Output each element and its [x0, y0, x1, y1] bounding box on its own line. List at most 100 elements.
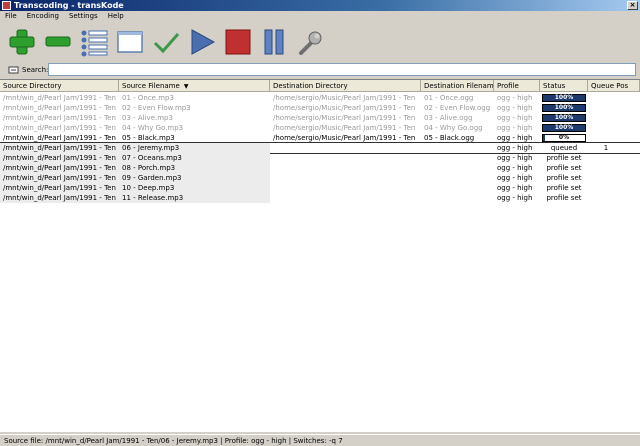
column-source-filename[interactable]: Source Filename ▼ [119, 80, 270, 92]
window-icon [117, 31, 143, 53]
cell-status: profile set [546, 174, 582, 182]
table-row[interactable]: /mnt/win_d/Pearl Jam/1991 - Ten 08 - Porc… [0, 163, 640, 173]
cell-queue-pos [588, 93, 624, 103]
cell-src-file: 04 - Why Go.mp3 [122, 124, 184, 132]
window-button[interactable] [112, 24, 148, 60]
cell-queue-pos [588, 153, 624, 163]
cell-profile: ogg - high [497, 114, 533, 122]
cell-status: profile set [546, 154, 582, 162]
cell-dst-file [421, 143, 494, 153]
settings-button[interactable] [292, 24, 328, 60]
column-source-filename-label: Source Filename [122, 82, 180, 90]
column-profile[interactable]: Profile [494, 80, 540, 92]
close-button[interactable]: × [627, 1, 638, 10]
progress-text: 100% [554, 104, 574, 111]
cell-profile: ogg - high [497, 194, 533, 202]
table-row[interactable]: /mnt/win_d/Pearl Jam/1991 - Ten 03 - Aliv… [0, 113, 640, 123]
cell-profile: ogg - high [497, 184, 533, 192]
cell-src-dir: /mnt/win_d/Pearl Jam/1991 - Ten [0, 163, 119, 173]
cell-queue-pos [588, 123, 624, 133]
cell-src-dir: /mnt/win_d/Pearl Jam/1991 - Ten [3, 114, 116, 122]
table-row[interactable]: /mnt/win_d/Pearl Jam/1991 - Ten 11 - Rele… [0, 193, 640, 203]
cell-dst-file: 04 - Why Go.ogg [424, 124, 483, 132]
wrench-icon [299, 31, 322, 55]
table-row[interactable]: /mnt/win_d/Pearl Jam/1991 - Ten 05 - Blac… [0, 133, 640, 143]
menu-help[interactable]: Help [103, 11, 129, 22]
column-source-directory[interactable]: Source Directory [0, 80, 119, 92]
search-input[interactable] [48, 63, 636, 76]
progress-text: 100% [554, 114, 574, 121]
cell-dst-dir: /home/sergio/Music/Pearl Jam/1991 - Ten [273, 124, 416, 132]
cell-dst-dir: /home/sergio/Music/Pearl Jam/1991 - Ten [273, 104, 416, 112]
minus-icon [45, 36, 71, 47]
table-row[interactable]: /mnt/win_d/Pearl Jam/1991 - Ten 07 - Ocea… [0, 153, 640, 163]
cell-src-file: 10 - Deep.mp3 [119, 183, 270, 193]
menu-file[interactable]: File [0, 11, 22, 22]
column-status[interactable]: Status [540, 80, 588, 92]
progress-bar: 0% [542, 134, 586, 142]
list-icon [81, 30, 108, 57]
table-row[interactable]: /mnt/win_d/Pearl Jam/1991 - Ten 04 - Why … [0, 123, 640, 133]
cell-dst-file [421, 153, 494, 163]
cell-src-dir: /mnt/win_d/Pearl Jam/1991 - Ten [3, 94, 116, 102]
table-row[interactable]: /mnt/win_d/Pearl Jam/1991 - Ten 10 - Deep… [0, 183, 640, 193]
pause-button[interactable] [256, 24, 292, 60]
play-button[interactable] [184, 24, 220, 60]
cell-dst-dir [270, 153, 421, 163]
cell-src-dir: /mnt/win_d/Pearl Jam/1991 - Ten [0, 183, 119, 193]
cell-src-file: 09 - Garden.mp3 [119, 173, 270, 183]
cell-src-file: 05 - Black.mp3 [122, 134, 175, 142]
cell-src-dir: /mnt/win_d/Pearl Jam/1991 - Ten [3, 134, 116, 142]
menu-bar: File Encoding Settings Help [0, 11, 640, 22]
cell-queue-pos [588, 193, 624, 203]
cell-profile: ogg - high [497, 124, 533, 132]
app-icon [2, 1, 11, 10]
list-button[interactable] [76, 24, 112, 60]
table-row[interactable]: /mnt/win_d/Pearl Jam/1991 - Ten 02 - Even… [0, 103, 640, 113]
cell-src-dir: /mnt/win_d/Pearl Jam/1991 - Ten [0, 193, 119, 203]
cell-src-dir: /mnt/win_d/Pearl Jam/1991 - Ten [3, 104, 116, 112]
menu-encoding[interactable]: Encoding [22, 11, 64, 22]
cell-profile: ogg - high [497, 134, 533, 142]
stop-button[interactable] [220, 24, 256, 60]
column-queue-pos[interactable]: Queue Pos [588, 80, 640, 92]
table-row[interactable]: /mnt/win_d/Pearl Jam/1991 - Ten 09 - Gard… [0, 173, 640, 183]
cell-queue-pos [588, 103, 624, 113]
add-button[interactable] [4, 24, 40, 60]
search-bar: Search: [0, 62, 640, 77]
cell-src-file: 08 - Porch.mp3 [119, 163, 270, 173]
check-button[interactable] [148, 24, 184, 60]
cell-src-file: 02 - Even Flow.mp3 [122, 104, 191, 112]
cell-src-file: 07 - Oceans.mp3 [119, 153, 270, 163]
progress-text: 100% [554, 124, 574, 131]
status-bar: Source file: /mnt/win_d/Pearl Jam/1991 -… [0, 434, 640, 446]
column-destination-filename[interactable]: Destination Filename [421, 80, 494, 92]
plus-icon [9, 29, 35, 55]
cell-profile: ogg - high [497, 144, 533, 152]
transcode-table: Source Directory Source Filename ▼ Destin… [0, 79, 640, 432]
cell-dst-file [421, 163, 494, 173]
title-bar: Transcoding - transKode × [0, 0, 640, 11]
pause-icon [264, 29, 284, 55]
cell-dst-file [421, 183, 494, 193]
cell-dst-file: 02 - Even Flow.ogg [424, 104, 491, 112]
cell-dst-file: 05 - Black.ogg [424, 134, 475, 142]
cell-queue-pos [588, 173, 624, 183]
menu-settings[interactable]: Settings [64, 11, 103, 22]
cell-dst-dir: /home/sergio/Music/Pearl Jam/1991 - Ten [273, 114, 416, 122]
cell-dst-dir [270, 163, 421, 173]
remove-button[interactable] [40, 24, 76, 60]
cell-profile: ogg - high [497, 154, 533, 162]
cell-status: queued [550, 144, 578, 152]
table-row[interactable]: /mnt/win_d/Pearl Jam/1991 - Ten 06 - Jere… [0, 142, 640, 154]
column-destination-directory[interactable]: Destination Directory [270, 80, 421, 92]
cell-src-file: 06 - Jeremy.mp3 [119, 143, 270, 153]
progress-bar: 100% [542, 124, 586, 132]
cell-profile: ogg - high [497, 94, 533, 102]
table-row[interactable]: /mnt/win_d/Pearl Jam/1991 - Ten 01 - Once… [0, 93, 640, 103]
cell-status: profile set [546, 184, 582, 192]
cell-profile: ogg - high [497, 104, 533, 112]
cell-queue-pos [588, 163, 624, 173]
cell-src-dir: /mnt/win_d/Pearl Jam/1991 - Ten [0, 143, 119, 153]
cell-src-file: 01 - Once.mp3 [122, 94, 174, 102]
